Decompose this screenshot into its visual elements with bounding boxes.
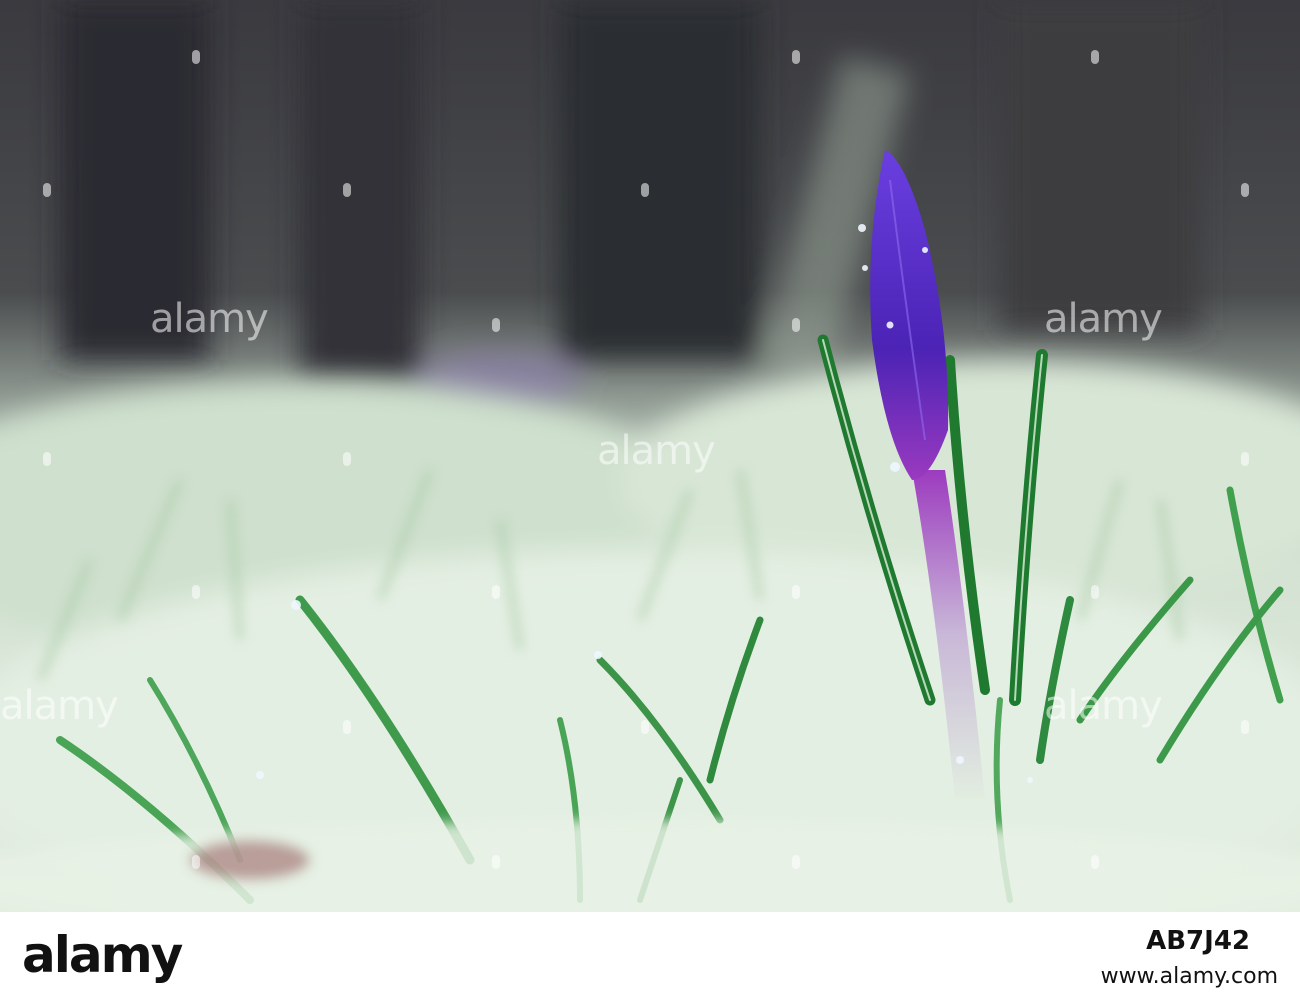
site-url[interactable]: www.alamy.com [1101, 964, 1278, 989]
watermark-dot [1091, 585, 1099, 599]
watermark-dot [1241, 720, 1249, 734]
watermark-dot [1241, 183, 1249, 197]
watermark-dot [343, 720, 351, 734]
footer-bar: alamy AB7J42 www.alamy.com [0, 912, 1300, 1002]
watermark-dot [192, 855, 200, 869]
crocus-photo: alamy alamy alamy alamy alamy [0, 0, 1300, 912]
watermark-dot [1091, 50, 1099, 64]
brand-logo: alamy [22, 926, 183, 984]
watermark-dot [492, 585, 500, 599]
watermark-dot [792, 50, 800, 64]
watermark-dot [192, 585, 200, 599]
watermark-dot [1091, 855, 1099, 869]
image-id: AB7J42 [1146, 926, 1250, 956]
watermark-dot [492, 318, 500, 332]
watermark-dot [641, 183, 649, 197]
watermark-dot [792, 855, 800, 869]
watermark-dot [792, 585, 800, 599]
watermark-dot [792, 318, 800, 332]
watermark-dot [343, 452, 351, 466]
watermark-dot [641, 720, 649, 734]
watermark-dot [343, 183, 351, 197]
watermark-dot [492, 855, 500, 869]
watermark-dot [1241, 452, 1249, 466]
watermark-dot [192, 50, 200, 64]
photo-canvas [0, 0, 1300, 912]
watermark-dot [43, 452, 51, 466]
watermark-dot [43, 183, 51, 197]
